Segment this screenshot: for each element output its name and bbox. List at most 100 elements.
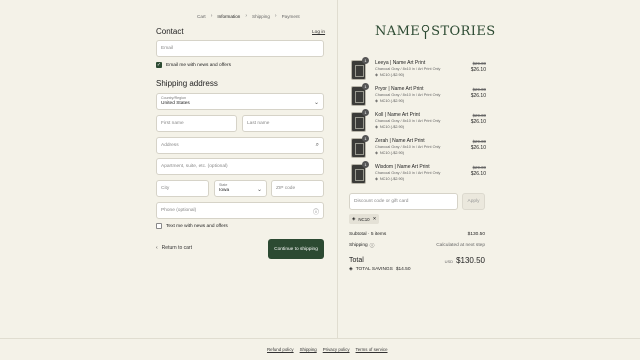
quantity-badge: 1 — [362, 83, 369, 90]
total-label: Total — [349, 257, 364, 264]
item-name: Zerah | Name Art Print — [375, 138, 425, 144]
address-placeholder: Address — [161, 143, 179, 148]
savings-value: $14.50 — [395, 267, 411, 272]
breadcrumb-information: Information — [217, 13, 241, 19]
tree-icon — [421, 24, 430, 39]
email-placeholder: Email — [161, 46, 173, 51]
item-discount: ◈ NC10 (-$2.90) — [375, 124, 404, 130]
discount-chip: ◈ NC10 ✕ — [349, 214, 380, 224]
terms-of-service-link[interactable]: Terms of service — [356, 347, 388, 352]
continue-to-shipping-button[interactable]: Continue to shipping — [268, 239, 324, 259]
contact-heading: Contact — [156, 27, 184, 36]
order-item: 1 Wisdom | Name Art Print Charcoal Gray / … — [351, 161, 486, 186]
column-divider — [337, 0, 338, 338]
item-name: Koll | Name Art Print — [375, 112, 420, 118]
item-variant: Charcoal Gray / 8x10 in / Art Print Only — [375, 171, 441, 175]
news-checkbox[interactable]: ✓ Email me with news and offers — [156, 62, 231, 68]
zip-field[interactable]: ZIP code — [271, 180, 324, 197]
phone-field[interactable]: Phone (optional) ⓘ — [156, 202, 324, 219]
tag-icon: ◈ — [375, 99, 378, 103]
login-link[interactable]: Log in — [312, 30, 325, 35]
tag-icon: ◈ — [375, 73, 378, 77]
breadcrumb-payment: Payment — [281, 13, 300, 19]
last-name-field[interactable]: Last name — [242, 115, 324, 132]
breadcrumb-cart[interactable]: Cart — [197, 14, 206, 19]
item-price: $26.10 — [470, 145, 486, 151]
discount-field[interactable]: Discount code or gift card — [349, 193, 458, 210]
search-icon: ⌕ — [315, 142, 319, 148]
item-name: Leeya | Name Art Print — [375, 60, 426, 66]
item-variant: Charcoal Gray / 8x10 in / Art Print Only — [375, 119, 441, 123]
item-original-price: $29.00 — [472, 61, 486, 66]
quantity-badge: 1 — [362, 57, 369, 64]
brand-name-left: NAME — [375, 24, 421, 39]
savings-label: TOTAL SAVINGS — [355, 267, 393, 272]
check-icon: ✓ — [156, 62, 162, 68]
item-original-price: $29.00 — [472, 139, 486, 144]
shipping-value: Calculated at next step — [436, 243, 485, 248]
quantity-badge: 1 — [362, 161, 369, 168]
order-item: 1 Zerah | Name Art Print Charcoal Gray / 8… — [351, 135, 486, 160]
item-variant: Charcoal Gray / 8x10 in / Art Print Only — [375, 67, 441, 71]
item-discount: ◈ NC10 (-$2.90) — [375, 98, 404, 104]
checkbox-icon — [156, 223, 162, 229]
breadcrumb: Cart › Information › Shipping › Payment — [197, 13, 300, 19]
address-field[interactable]: Address ⌕ — [156, 137, 324, 154]
brand-logo[interactable]: NAME STORIES — [375, 24, 496, 39]
item-discount-code: NC10 (-$2.90) — [379, 98, 404, 103]
state-select[interactable]: State Iowa ⌄ — [214, 180, 267, 197]
refund-policy-link[interactable]: Refund policy — [267, 347, 294, 352]
item-discount-code: NC10 (-$2.90) — [379, 72, 404, 77]
tag-icon: ◈ — [349, 267, 353, 272]
footer-divider — [0, 338, 640, 339]
city-field[interactable]: City — [156, 180, 209, 197]
chevron-right-icon: › — [210, 13, 213, 19]
shipping-label: Shipping — [349, 243, 368, 248]
total-currency: USD — [444, 259, 454, 264]
item-original-price: $29.00 — [472, 165, 486, 170]
first-name-placeholder: First name — [161, 121, 184, 126]
privacy-policy-link[interactable]: Privacy policy — [323, 347, 350, 352]
apartment-field[interactable]: Apartment, suite, etc. (optional) — [156, 158, 324, 175]
breadcrumb-shipping: Shipping — [252, 13, 270, 19]
country-value: United States — [161, 101, 190, 106]
news-label: Email me with news and offers — [166, 62, 231, 68]
item-discount-code: NC10 (-$2.90) — [379, 176, 404, 181]
text-checkbox[interactable]: Text me with news and offers — [156, 223, 228, 229]
phone-placeholder: Phone (optional) — [161, 208, 197, 213]
item-discount: ◈ NC10 (-$2.90) — [375, 150, 404, 156]
item-discount: ◈ NC10 (-$2.90) — [375, 176, 404, 182]
brand-name-right: STORIES — [431, 24, 496, 39]
first-name-field[interactable]: First name — [156, 115, 237, 132]
text-label: Text me with news and offers — [166, 223, 228, 229]
apply-button[interactable]: Apply — [462, 193, 485, 210]
shipping-policy-link[interactable]: Shipping — [300, 347, 317, 352]
remove-discount-icon[interactable]: ✕ — [373, 216, 377, 222]
item-discount-code: NC10 (-$2.90) — [379, 124, 404, 129]
last-name-placeholder: Last name — [247, 121, 270, 126]
tag-icon: ◈ — [375, 151, 378, 155]
chevron-down-icon: ⌄ — [313, 100, 319, 106]
item-price: $26.10 — [470, 119, 486, 125]
chevron-right-icon: › — [245, 13, 248, 19]
item-variant: Charcoal Gray / 8x10 in / Art Print Only — [375, 145, 441, 149]
discount-placeholder: Discount code or gift card — [354, 199, 409, 204]
tag-icon: ◈ — [352, 216, 356, 221]
city-placeholder: City — [161, 186, 170, 191]
help-icon[interactable]: ⓘ — [313, 207, 319, 216]
item-price: $26.10 — [470, 93, 486, 99]
item-name: Wisdom | Name Art Print — [375, 164, 430, 170]
item-original-price: $29.00 — [472, 113, 486, 118]
zip-placeholder: ZIP code — [276, 186, 296, 191]
subtotal-label: Subtotal · 5 items — [349, 232, 387, 237]
item-discount: ◈ NC10 (-$2.90) — [375, 72, 404, 78]
shipping-row: Shipping ⓘ Calculated at next step — [349, 242, 485, 249]
order-item: 1 Leeya | Name Art Print Charcoal Gray / 8… — [351, 57, 486, 82]
help-icon[interactable]: ⓘ — [370, 242, 375, 249]
country-select[interactable]: Country/Region United States ⌄ — [156, 93, 324, 110]
item-price: $26.10 — [470, 171, 486, 177]
discount-chip-code: NC10 — [358, 216, 370, 222]
return-to-cart-link[interactable]: ‹ Return to cart — [156, 245, 192, 251]
email-field[interactable]: Email — [156, 40, 324, 57]
item-original-price: $29.00 — [472, 87, 486, 92]
